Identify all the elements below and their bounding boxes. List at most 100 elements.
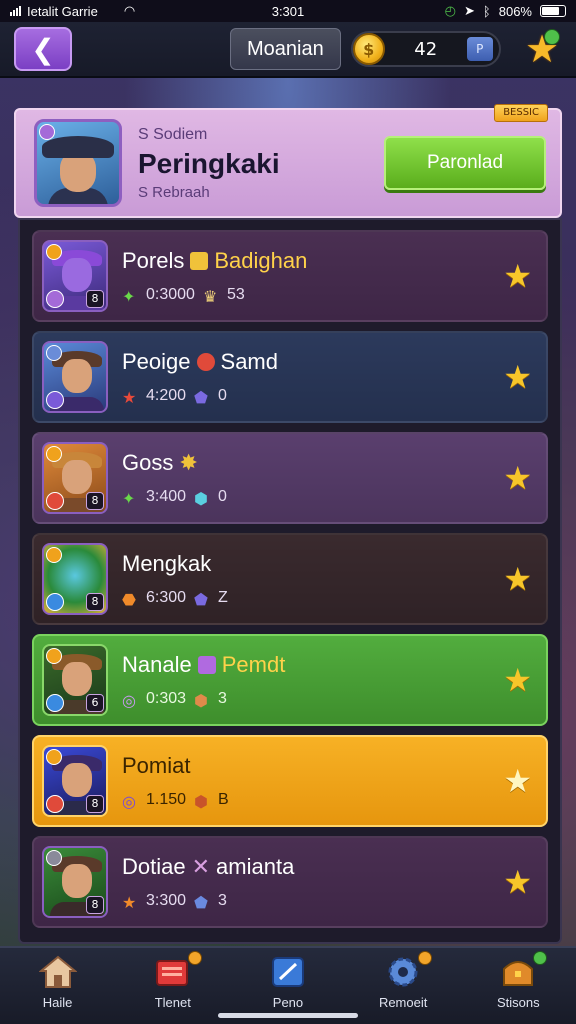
item-stat-secondary: 0 — [218, 488, 227, 505]
element-icon — [46, 391, 64, 409]
badge-icon — [46, 648, 62, 664]
nav-cards[interactable]: Tlenet — [128, 950, 218, 1010]
nav-chest[interactable]: Stisons — [473, 950, 563, 1010]
nav-label: Remoeit — [378, 994, 428, 1010]
leaf-icon: ✦ — [122, 289, 136, 306]
purple-orb-icon: ◎ — [122, 693, 136, 710]
list-item[interactable]: Peoige Samd ★ 4:200 ⬟ 0 ★ — [32, 331, 548, 423]
top-bar: ❮ Moanian $ 42 P ★ — [0, 22, 576, 78]
coin-icon: $ — [352, 33, 385, 65]
add-coins-button[interactable]: P — [466, 37, 493, 61]
avatar: 8 — [42, 846, 108, 918]
profile-subtitle: S Sodiem — [138, 125, 208, 143]
item-highlight: Pemdt — [221, 652, 286, 677]
item-stat-secondary: 3 — [218, 892, 227, 909]
carrier-label: Ietalit Garrie — [27, 3, 98, 19]
favorite-star-icon[interactable]: ★ — [503, 462, 532, 494]
favorite-star-icon[interactable]: ★ — [503, 361, 532, 393]
badge-icon — [46, 446, 62, 462]
character-portrait — [42, 134, 114, 204]
signal-icon — [10, 6, 21, 16]
profile-card: BESSIC S Sodiem Peringkaki S Rebraah Par… — [14, 104, 562, 218]
nav-settings[interactable]: Remoeit — [358, 950, 448, 1010]
avatar: 8 — [42, 745, 108, 817]
element-icon — [46, 694, 64, 712]
rewards-button[interactable]: ★ — [522, 29, 562, 69]
item-stat-primary: 0:303 — [146, 690, 187, 707]
avatar: 8 — [42, 543, 108, 615]
avatar: 8 — [42, 240, 108, 312]
battery-percent: 806% — [498, 3, 532, 19]
item-highlight: Badighan — [214, 248, 308, 273]
list-item[interactable]: 8 Mengkak ⬣ 6:300 ⬟ Z ★ — [32, 533, 548, 625]
item-stat-secondary: 53 — [226, 286, 245, 303]
profile-tag: BESSIC — [494, 104, 548, 122]
nav-label: Stisons — [497, 994, 540, 1010]
level-badge: 8 — [86, 290, 104, 308]
purple-gem-icon — [197, 656, 216, 674]
avatar — [42, 341, 108, 413]
favorite-star-icon[interactable]: ★ — [503, 563, 532, 595]
favorite-star-icon[interactable]: ★ — [503, 664, 532, 696]
item-stat-secondary: B — [218, 791, 229, 808]
bluetooth-icon: ᛒ — [482, 3, 491, 19]
notification-badge — [187, 950, 202, 965]
item-title: Porels — [122, 248, 185, 273]
nav-edit[interactable]: Peno — [243, 955, 333, 1010]
character-list: 8 Porels Badighan ✦ 0:3000 ♛ 53 ★ Peoige… — [18, 218, 562, 944]
item-stat-secondary: Z — [218, 589, 228, 606]
element-icon — [46, 290, 64, 308]
wifi-icon: ◠ — [123, 3, 136, 18]
list-item[interactable]: 8 Pomiat ◎ 1.150 ⬢ B ★ — [32, 735, 548, 827]
item-stat-secondary: 3 — [218, 690, 227, 707]
level-badge: 8 — [86, 795, 104, 813]
notification-badge — [418, 950, 433, 965]
badge-icon — [46, 749, 62, 765]
favorite-star-icon[interactable]: ★ — [503, 765, 532, 797]
item-title: Pomiat — [122, 753, 191, 778]
avatar: 8 — [42, 442, 108, 514]
mode-selector[interactable]: Moanian — [230, 28, 341, 70]
chest-icon: ⬢ — [194, 794, 209, 811]
cards-icon — [153, 955, 193, 989]
item-stat-primary: 1.150 — [146, 791, 187, 808]
coin-counter: $ 42 P — [350, 31, 501, 67]
favorite-star-icon[interactable]: ★ — [503, 866, 532, 898]
level-badge: 8 — [86, 593, 104, 611]
alarm-icon: ◴ — [444, 3, 457, 18]
avatar[interactable] — [34, 119, 122, 207]
orange-star-icon: ★ — [122, 895, 137, 912]
element-icon — [46, 795, 64, 813]
leaf-icon: ✦ — [122, 491, 136, 508]
profile-detail: S Rebraah — [138, 183, 210, 201]
list-item[interactable]: 6 Nanale Pemdt ◎ 0:303 ⬢ 3 ★ — [32, 634, 548, 726]
list-item[interactable]: 8 Porels Badighan ✦ 0:3000 ♛ 53 ★ — [32, 230, 548, 322]
location-icon: ➤ — [464, 3, 475, 18]
home-indicator — [218, 1013, 358, 1018]
back-button[interactable]: ❮ — [14, 27, 72, 71]
primary-action-button[interactable]: Paronlad — [384, 136, 546, 190]
item-stat-primary: 0:3000 — [146, 286, 195, 303]
item-title: Mengkak — [122, 551, 212, 576]
crown-icon: ♛ — [202, 289, 218, 306]
orange-gem-icon: ⬣ — [122, 592, 136, 609]
red-gem-icon — [196, 353, 215, 371]
crossed-swords-icon: ✕ — [191, 854, 211, 879]
chest-icon — [498, 955, 538, 989]
badge-icon — [46, 244, 62, 260]
avatar: 6 — [42, 644, 108, 716]
level-badge: 6 — [86, 694, 104, 712]
gear-icon — [383, 955, 423, 989]
element-icon — [46, 593, 64, 611]
badge-icon — [46, 345, 62, 361]
favorite-star-icon[interactable]: ★ — [503, 260, 532, 292]
list-item[interactable]: 8 Dotiae ✕ amianta ★ 3:300 ⬟ 3 ★ — [32, 836, 548, 928]
item-title: Peoige — [122, 349, 191, 374]
list-item[interactable]: 8 Goss ✸ ✦ 3:400 ⬢ 0 ★ — [32, 432, 548, 524]
shield-icon: ⬟ — [194, 592, 208, 609]
item-stat-primary: 4:200 — [146, 387, 187, 404]
badge-icon — [46, 547, 62, 563]
chevron-left-icon: ❮ — [31, 32, 55, 66]
shield-icon: ⬟ — [194, 390, 208, 407]
nav-home[interactable]: Haile — [13, 955, 103, 1010]
